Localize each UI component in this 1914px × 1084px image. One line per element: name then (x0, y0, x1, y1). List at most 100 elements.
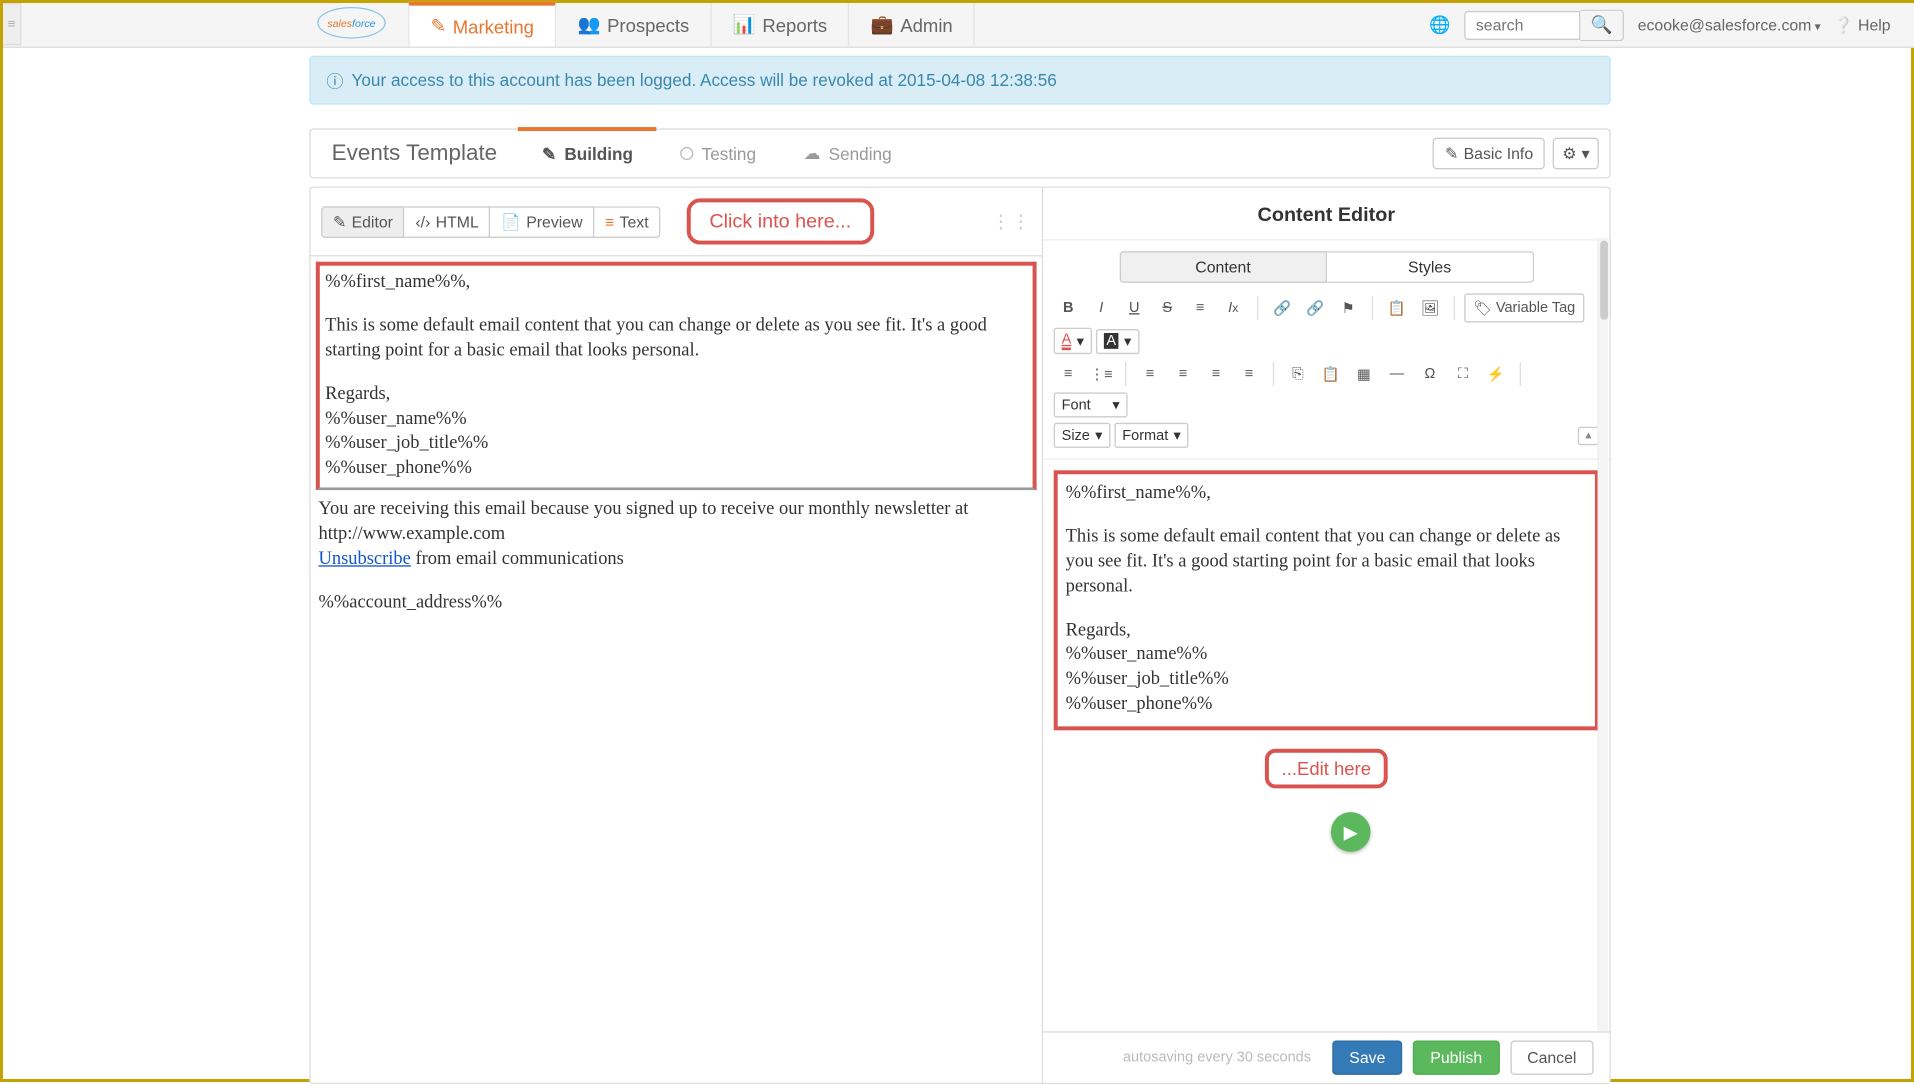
edit-icon: ✎ (333, 212, 346, 230)
unsubscribe-link[interactable]: Unsubscribe (318, 550, 410, 570)
font-select[interactable]: Font ▾ (1054, 392, 1128, 417)
cancel-button[interactable]: Cancel (1510, 1041, 1594, 1075)
bg-color-picker[interactable]: A ▾ (1096, 328, 1139, 353)
rt-user-phone: %%user_phone%% (1066, 694, 1587, 719)
align-center-button[interactable]: ≡ (1169, 359, 1198, 388)
flag-icon: ⚑ (1342, 299, 1355, 316)
tab-preview[interactable]: 📄 Preview (491, 206, 595, 238)
publish-button[interactable]: Publish (1413, 1041, 1499, 1075)
unordered-list-button[interactable]: ⋮≡ (1087, 359, 1116, 388)
align-justify-button[interactable]: ≡ (1235, 359, 1264, 388)
collapse-handle[interactable]: ≡ (3, 3, 21, 45)
code-icon: ‹/› (415, 212, 430, 230)
nav-reports[interactable]: 📊 Reports (712, 3, 850, 47)
nav-prospects[interactable]: 👥 Prospects (556, 3, 711, 47)
rich-text-editor[interactable]: %%first_name%%, This is some default ema… (1054, 470, 1599, 730)
indent-button[interactable]: ≡ (1186, 293, 1215, 322)
link-button[interactable]: 🔗 (1268, 293, 1297, 322)
page-title: Events Template (311, 140, 519, 166)
user-menu[interactable]: ecooke@salesforce.com (1638, 16, 1821, 34)
search-input[interactable] (1464, 10, 1580, 39)
strike-button[interactable]: S (1153, 293, 1182, 322)
underline-button[interactable]: U (1120, 293, 1149, 322)
email-footer: You are receiving this email because you… (311, 498, 1042, 616)
email-user-name: %%user_name%% (325, 408, 1027, 433)
step-building[interactable]: ✎ Building (518, 127, 656, 177)
image-button[interactable]: 📋 (1382, 293, 1411, 322)
nav-marketing-label: Marketing (453, 16, 534, 37)
access-alert: ⓘ Your access to this account has been l… (309, 56, 1611, 105)
tab-text[interactable]: ≡ Text (594, 206, 660, 238)
hr-button[interactable]: — (1382, 359, 1411, 388)
styles-tab[interactable]: Styles (1327, 251, 1534, 283)
unlink-button[interactable]: 🔗 (1301, 293, 1330, 322)
media-button[interactable]: 🖼 (1415, 293, 1444, 322)
pencil-icon: ✎ (431, 15, 446, 37)
text-color-picker[interactable]: A ▾ (1054, 328, 1092, 354)
alert-text: Your access to this account has been log… (352, 70, 1057, 90)
gear-icon: ⚙ (1562, 144, 1576, 162)
step-testing[interactable]: Testing (657, 128, 780, 178)
callout-click-into: Click into here... (687, 198, 874, 244)
italic-button[interactable]: I (1087, 293, 1116, 322)
email-regards: Regards, (325, 383, 1027, 408)
rt-user-name: %%user_name%% (1066, 644, 1587, 669)
link-icon: 🔗 (1273, 299, 1291, 316)
search-button[interactable]: 🔍 (1580, 9, 1624, 41)
circle-icon (681, 147, 694, 160)
email-footer-text: You are receiving this email because you… (318, 500, 968, 545)
picture-icon: 📋 (1388, 299, 1406, 316)
tab-html[interactable]: ‹/› HTML (405, 206, 491, 238)
info-icon: ⓘ (326, 68, 343, 93)
save-button[interactable]: Save (1332, 1041, 1402, 1075)
nav-marketing[interactable]: ✎ Marketing (408, 2, 556, 47)
expand-pane-button[interactable]: ▶ (1331, 812, 1371, 852)
email-editable-region[interactable]: %%first_name%%, This is some default ema… (316, 262, 1037, 491)
format-select[interactable]: Format ▾ (1114, 423, 1188, 448)
special-char-button[interactable]: Ω (1415, 359, 1444, 388)
email-footer-suffix: from email communications (411, 550, 624, 570)
content-styles-tabs: Content Styles (1119, 251, 1533, 283)
size-label: Size (1062, 427, 1090, 443)
file-icon: 📄 (501, 212, 521, 230)
align-left-button[interactable]: ≡ (1136, 359, 1165, 388)
clear-format-button[interactable]: Ix (1219, 293, 1248, 322)
anchor-button[interactable]: ⚑ (1334, 293, 1363, 322)
tab-editor-label: Editor (352, 212, 393, 230)
paste-button[interactable]: 📋 (1316, 359, 1345, 388)
nav-prospects-label: Prospects (607, 14, 689, 35)
copy-button[interactable]: ⎘ (1283, 359, 1312, 388)
step-sending[interactable]: ☁ Sending (780, 128, 916, 178)
ol-icon: ≡ (1064, 366, 1072, 382)
content-tab[interactable]: Content (1119, 251, 1327, 283)
variable-tag-button[interactable]: 🏷 Variable Tag (1464, 293, 1584, 322)
variable-tag-label: Variable Tag (1496, 300, 1575, 316)
scrollbar[interactable] (1598, 238, 1609, 1056)
ordered-list-button[interactable]: ≡ (1054, 359, 1083, 388)
pencil-icon: ✎ (1445, 144, 1458, 162)
tag-icon: 🏷 (1473, 299, 1491, 316)
tab-editor[interactable]: ✎ Editor (321, 206, 405, 238)
align-right-button[interactable]: ≡ (1202, 359, 1231, 388)
table-button[interactable]: ▦ (1349, 359, 1378, 388)
globe-icon[interactable]: 🌐 (1429, 14, 1450, 35)
expand-button[interactable]: ⛶ (1448, 359, 1477, 388)
rt-user-job: %%user_job_title%% (1066, 669, 1587, 694)
page-header: Events Template ✎ Building Testing ☁ Sen… (309, 128, 1611, 178)
nav-admin[interactable]: 💼 Admin (850, 3, 976, 47)
settings-dropdown[interactable]: ⚙ ▾ (1553, 138, 1599, 170)
drag-handle-icon[interactable]: ⋮⋮ (992, 210, 1032, 232)
bold-button[interactable]: B (1054, 293, 1083, 322)
help-link[interactable]: ❔ Help (1834, 16, 1891, 34)
rt-body: This is some default email content that … (1066, 526, 1587, 601)
email-user-job: %%user_job_title%% (325, 433, 1027, 458)
briefcase-icon: 💼 (871, 14, 894, 36)
basic-info-button[interactable]: ✎ Basic Info (1433, 138, 1545, 170)
pardot-logo[interactable]: salesforce (317, 7, 386, 39)
format-label: Format (1122, 427, 1168, 443)
lines-icon: ≡ (605, 212, 614, 230)
collapse-toolbar-button[interactable]: ▴ (1578, 426, 1599, 444)
edit-icon: ✎ (542, 144, 556, 165)
size-select[interactable]: Size ▾ (1054, 423, 1111, 448)
flash-button[interactable]: ⚡ (1481, 359, 1510, 388)
